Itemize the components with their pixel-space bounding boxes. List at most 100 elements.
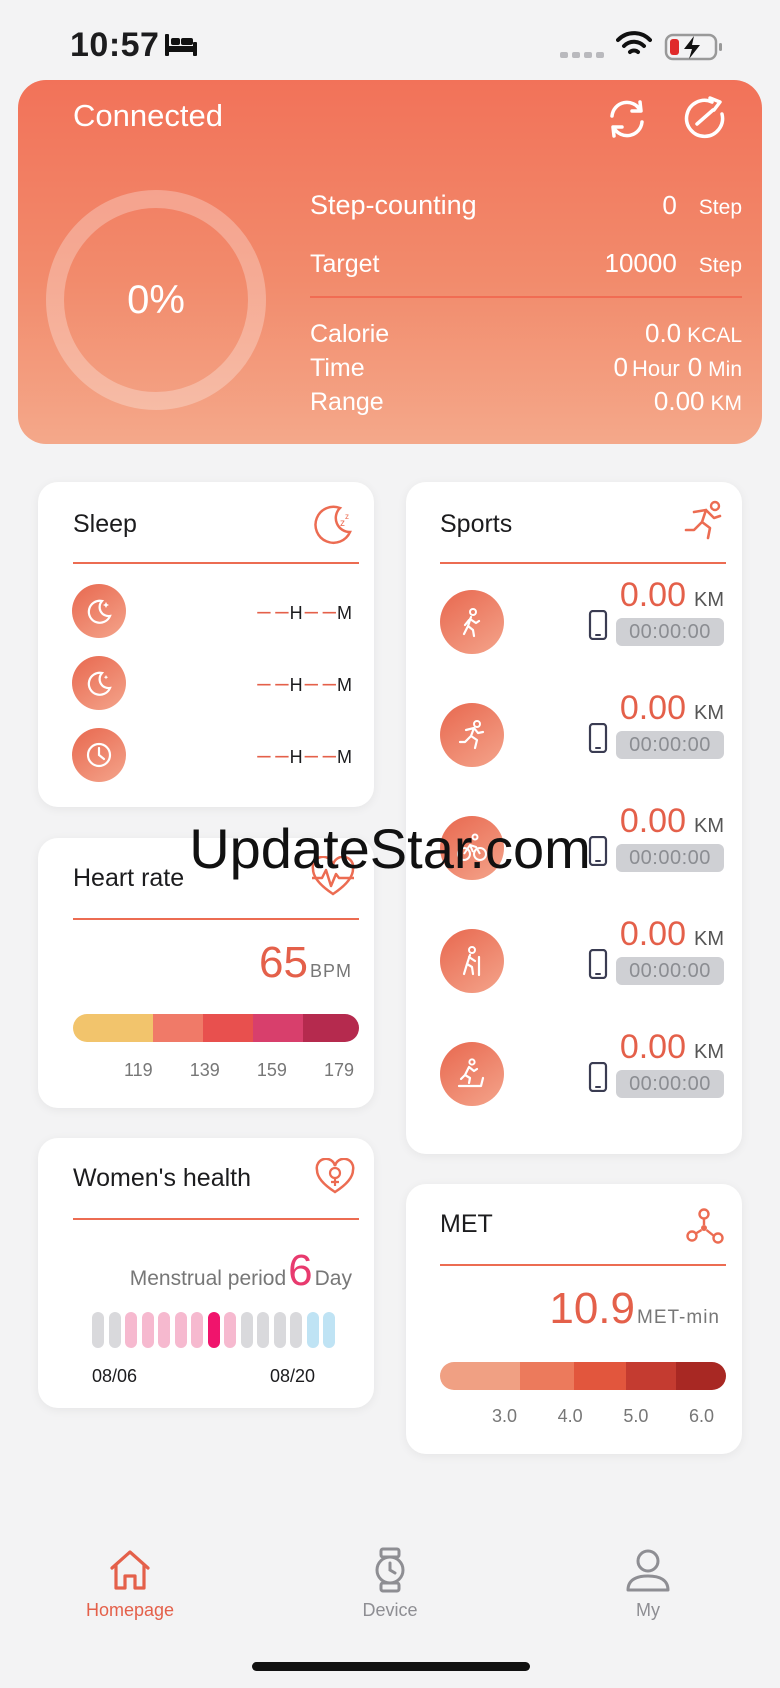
female-heart-icon	[315, 1158, 355, 1194]
sport-distance-value: 0.00	[619, 915, 686, 953]
person-icon	[626, 1549, 670, 1592]
steps-value: 0	[662, 190, 677, 220]
met-value: 10.9	[549, 1284, 635, 1333]
time-hours: 0	[613, 352, 628, 382]
sport-duration: 00:00:00	[616, 731, 724, 759]
met-zone-bar	[440, 1362, 726, 1390]
cycle-day-pill	[125, 1312, 137, 1348]
sleep-card[interactable]: Sleep z z – – H – – M – – H – – M – – H – – M	[38, 482, 374, 807]
met-unit: MET-min	[637, 1307, 720, 1328]
nav-my[interactable]: My	[588, 1546, 708, 1621]
watch-icon	[375, 1547, 405, 1593]
sport-distance-value: 0.00	[619, 576, 686, 614]
sleep-moon-icon: z z	[314, 505, 352, 545]
calorie-value: 0.0	[644, 318, 682, 348]
sports-card[interactable]: Sports 0.00 KM 00:00:00 0.00 KM 00:00:00 0.00 K…	[406, 482, 742, 1154]
sport-distance-unit: KM	[694, 702, 724, 724]
met-ticks: 3.0 4.0 5.0 6.0	[492, 1406, 714, 1427]
range-row: Range 0.00 KM	[310, 386, 742, 417]
home-indicator	[252, 1662, 530, 1671]
hr-tick: 179	[323, 1060, 354, 1080]
sport-distance: 0.00 KM	[620, 576, 724, 615]
heart-rate-unit: BPM	[309, 961, 352, 981]
met-readout: 10.9 MET-min	[549, 1284, 720, 1334]
sport-distance: 0.00 KM	[620, 802, 724, 841]
time-min-unit: Min	[708, 358, 742, 381]
range-label: Range	[310, 388, 384, 416]
running-icon	[440, 703, 504, 767]
met-card[interactable]: MET 10.9 MET-min 3.0 4.0 5.0 6.0	[406, 1184, 742, 1454]
deep-m-unit: M	[337, 603, 352, 623]
header-divider	[310, 296, 742, 298]
sport-distance-value: 0.00	[619, 1028, 686, 1066]
met-zone-segment	[626, 1362, 676, 1390]
moon-stars-icon	[72, 584, 126, 638]
phone-icon	[588, 835, 608, 871]
total-hours: – –	[257, 742, 288, 769]
nav-device-label: Device	[362, 1600, 418, 1620]
target-row: Target 10000 Step	[310, 248, 742, 279]
cycle-day-pill	[290, 1312, 302, 1348]
calorie-row: Calorie 0.0 KCAL	[310, 318, 742, 349]
heart-rate-card[interactable]: Heart rate 65 BPM 119 139 159 179	[38, 838, 374, 1108]
status-time: 10:57	[70, 26, 160, 64]
share-refresh-icon[interactable]	[682, 96, 728, 142]
target-unit: Step	[698, 254, 742, 277]
cycle-day-pill	[158, 1312, 170, 1348]
sport-distance-unit: KM	[694, 928, 724, 950]
met-zone-segment	[440, 1362, 520, 1390]
cycle-day-pill	[92, 1312, 104, 1348]
calorie-label: Calorie	[310, 320, 390, 348]
heart-rate-ticks: 119 139 159 179	[124, 1060, 354, 1081]
sport-duration: 00:00:00	[616, 618, 724, 646]
sport-distance: 0.00 KM	[620, 689, 724, 728]
nav-homepage-label: Homepage	[85, 1600, 175, 1620]
menstrual-value: 6	[288, 1246, 313, 1295]
walking-icon	[440, 590, 504, 654]
treadmill-icon	[440, 1042, 504, 1106]
sport-distance-unit: KM	[694, 815, 724, 837]
cycle-day-pill	[323, 1312, 335, 1348]
light-h-unit: H	[289, 675, 303, 695]
hr-zone-segment	[203, 1014, 253, 1042]
sprint-icon	[684, 500, 722, 540]
cycle-day-pill	[306, 1312, 319, 1348]
steps-row: Step-counting 0 Step	[310, 190, 742, 221]
sport-duration: 00:00:00	[616, 1070, 724, 1098]
met-title: MET	[440, 1210, 493, 1238]
cycle-day-pill	[174, 1312, 187, 1348]
hr-zone-segment	[303, 1014, 359, 1042]
connection-status: Connected	[73, 98, 223, 133]
bed-icon	[165, 34, 197, 56]
time-row: Time 0 Hour 0 Min	[310, 352, 742, 383]
sync-icon[interactable]	[604, 96, 650, 142]
sleep-divider	[73, 562, 359, 564]
nav-homepage[interactable]: Homepage	[70, 1546, 190, 1621]
met-tick: 4.0	[557, 1406, 583, 1426]
light-hours: – –	[257, 670, 288, 697]
met-tick: 6.0	[688, 1406, 714, 1426]
sport-distance: 0.00 KM	[620, 915, 724, 954]
hiking-icon	[440, 929, 504, 993]
met-zone-segment	[676, 1362, 726, 1390]
steps-label: Step-counting	[310, 190, 477, 220]
sleep-total-value: – – H – – M	[257, 742, 352, 770]
activity-summary-card: Connected 0% Step-counting 0 Step Target …	[18, 80, 762, 444]
sport-duration: 00:00:00	[616, 844, 724, 872]
menstrual-label: Menstrual period	[129, 1267, 287, 1290]
total-minutes: – –	[304, 742, 336, 769]
sport-distance: 0.00 KM	[620, 1028, 724, 1067]
sleep-light-value: – – H – – M	[257, 670, 352, 698]
hr-tick: 119	[124, 1060, 153, 1080]
nav-my-label: My	[636, 1600, 660, 1620]
moon-icon	[72, 656, 126, 710]
sport-distance-unit: KM	[694, 1041, 724, 1063]
womens-health-title: Women's health	[73, 1164, 252, 1192]
phone-icon	[588, 1061, 608, 1097]
hr-tick: 139	[189, 1060, 220, 1080]
heart-pulse-icon	[311, 856, 355, 896]
nav-device[interactable]: Device	[330, 1546, 450, 1621]
womens-health-card[interactable]: Women's health Menstrual period 6 Day 08…	[38, 1138, 374, 1408]
heart-rate-value: 65	[259, 938, 308, 987]
deep-minutes: – –	[304, 598, 336, 625]
